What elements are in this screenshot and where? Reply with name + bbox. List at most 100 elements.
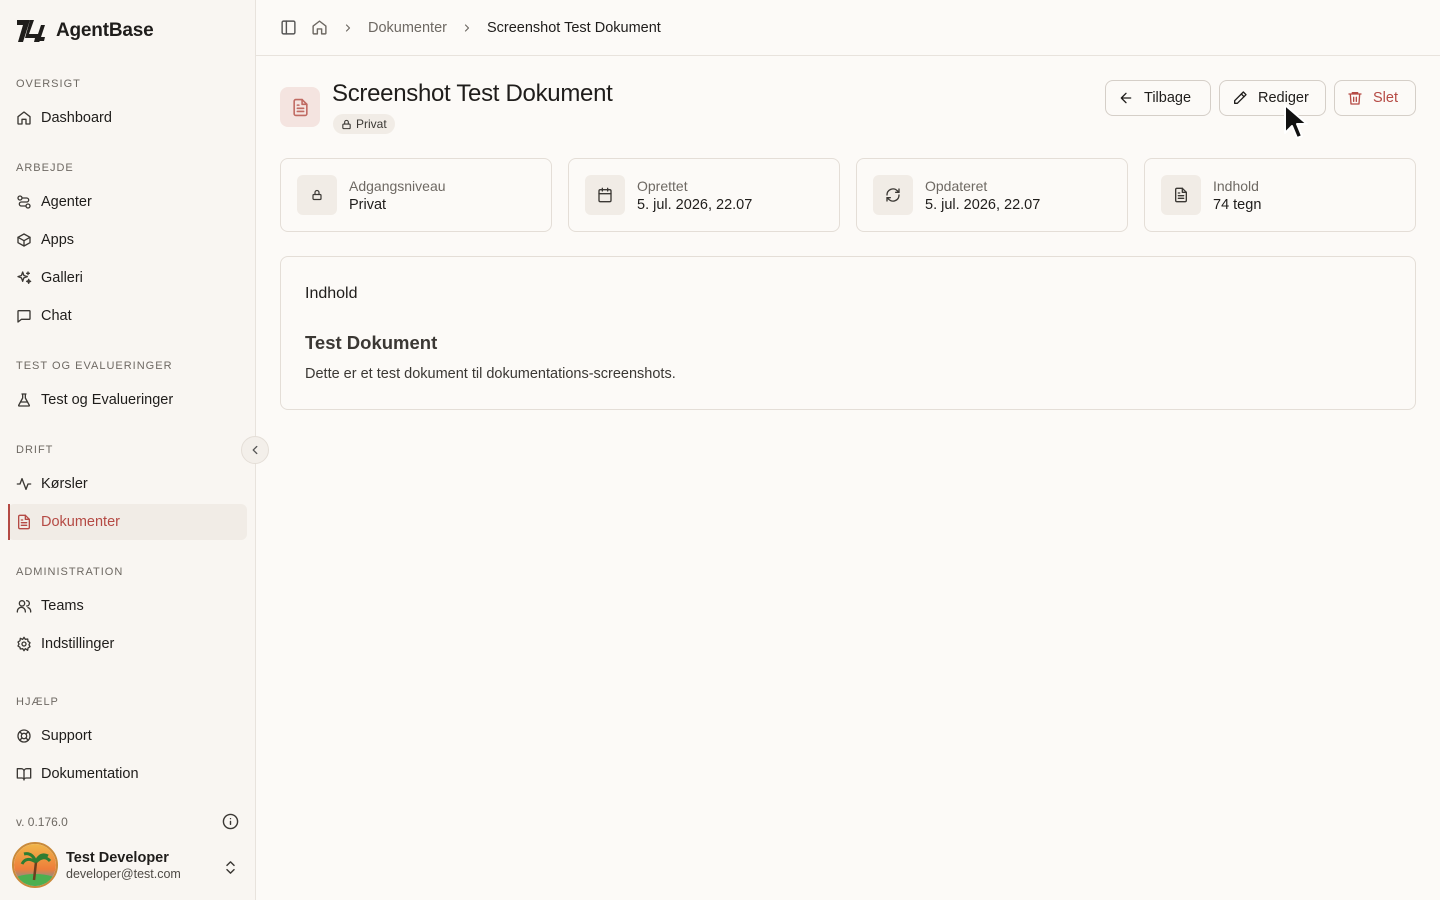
sidebar-item-label: Chat <box>41 308 72 324</box>
sidebar-item-support[interactable]: Support <box>8 718 247 754</box>
nav-section-test: TEST OG EVALUERINGER <box>16 360 173 372</box>
sidebar-item-dashboard[interactable]: Dashboard <box>8 100 247 136</box>
status-badge: Privat <box>333 114 395 134</box>
stat-card-created: Oprettet 5. jul. 2026, 22.07 <box>568 158 840 232</box>
sidebar-item-label: Agenter <box>41 194 92 210</box>
arrow-left-icon <box>1120 92 1132 104</box>
sidebar-item-label: Dokumentation <box>41 766 139 782</box>
document-icon-box <box>280 87 320 127</box>
chevron-left-icon <box>252 445 258 455</box>
file-text-icon <box>292 98 308 116</box>
home-icon[interactable] <box>311 19 328 36</box>
delete-button[interactable]: Slet <box>1334 80 1416 116</box>
sidebar-collapse-button[interactable] <box>241 436 269 464</box>
sidebar-item-chat[interactable]: Chat <box>8 298 247 334</box>
home-icon <box>17 111 31 125</box>
document-body: Dette er et test dokument til dokumentat… <box>305 366 676 382</box>
sidebar-item-agenter[interactable]: Agenter <box>8 184 247 220</box>
sparkles-icon <box>17 271 32 284</box>
stat-label: Indhold <box>1213 177 1259 194</box>
book-icon <box>16 768 32 781</box>
app-name: AgentBase <box>56 20 154 41</box>
chevron-right-icon <box>345 23 351 32</box>
lifebuoy-icon <box>17 729 31 743</box>
panel-left-icon[interactable] <box>280 19 297 36</box>
avatar <box>12 842 58 888</box>
nav-section-arbejde: ARBEJDE <box>16 162 74 174</box>
sidebar-item-label: Indstillinger <box>41 636 115 652</box>
sidebar-item-teams[interactable]: Teams <box>8 588 247 624</box>
settings-icon <box>17 636 31 652</box>
sidebar-item-galleri[interactable]: Galleri <box>8 260 247 296</box>
calendar-icon <box>598 187 612 203</box>
nav-section-hjaelp: HJÆLP <box>16 696 59 708</box>
back-button[interactable]: Tilbage <box>1105 80 1211 116</box>
mouse-cursor-icon <box>1284 104 1308 139</box>
stat-card-content: Indhold 74 tegn <box>1144 158 1416 232</box>
stat-value: Privat <box>349 196 387 213</box>
stat-value: 74 tegn <box>1213 196 1262 213</box>
sidebar-item-label: Dokumenter <box>41 514 120 530</box>
avatar-image-icon <box>14 844 56 886</box>
user-menu[interactable]: Test Developer developer@test.com <box>12 842 181 888</box>
breadcrumb-dokumenter[interactable]: Dokumenter <box>368 20 447 36</box>
nav-section-oversigt: OVERSIGT <box>16 78 81 90</box>
info-icon[interactable] <box>222 813 239 830</box>
stat-value: 5. jul. 2026, 22.07 <box>925 196 1041 213</box>
back-button-label: Tilbage <box>1144 90 1192 106</box>
app-version: v. 0.176.0 <box>16 815 68 829</box>
file-text-icon <box>1175 187 1187 203</box>
card-icon-box <box>585 175 625 215</box>
sidebar-item-dokumentation[interactable]: Dokumentation <box>8 756 247 792</box>
stat-label: Opdateret <box>925 177 988 194</box>
chevrons-up-down-icon[interactable] <box>222 859 239 876</box>
message-icon <box>17 310 31 323</box>
document-heading: Test Dokument <box>305 332 438 353</box>
flask-icon <box>18 393 30 407</box>
users-icon <box>16 600 32 613</box>
breadcrumb-current: Screenshot Test Dokument <box>486 19 661 36</box>
trash-icon <box>1348 92 1362 105</box>
sidebar-item-label: Galleri <box>41 270 83 286</box>
page-title: Screenshot Test Dokument <box>332 80 613 107</box>
lock-icon <box>312 189 322 201</box>
lock-icon <box>342 119 351 129</box>
content-section-title: Indhold <box>305 285 358 302</box>
chevron-right-icon <box>464 23 470 32</box>
sidebar-item-label: Support <box>41 728 92 744</box>
sidebar-item-indstillinger[interactable]: Indstillinger <box>8 626 247 662</box>
sidebar-item-dokumenter[interactable]: Dokumenter <box>8 504 247 540</box>
sidebar-item-korsler[interactable]: Kørsler <box>8 466 247 502</box>
sidebar-item-test-og-evalueringer[interactable]: Test og Evalueringer <box>8 382 247 418</box>
refresh-icon <box>886 188 900 202</box>
stat-card-updated: Opdateret 5. jul. 2026, 22.07 <box>856 158 1128 232</box>
sidebar-item-apps[interactable]: Apps <box>8 222 247 258</box>
delete-button-label: Slet <box>1373 90 1398 106</box>
sidebar-item-label: Kørsler <box>41 476 88 492</box>
user-name: Test Developer <box>66 849 169 866</box>
app-logo[interactable]: AgentBase <box>16 18 154 44</box>
stat-value: 5. jul. 2026, 22.07 <box>637 196 753 213</box>
file-text-icon <box>18 514 30 530</box>
pencil-icon <box>1234 91 1247 104</box>
activity-icon <box>16 478 32 490</box>
sidebar-item-label: Teams <box>41 598 84 614</box>
card-icon-box <box>1161 175 1201 215</box>
sidebar-item-label: Dashboard <box>41 110 112 126</box>
sidebar-item-label: Test og Evalueringer <box>41 392 174 408</box>
stat-card-access: Adgangsniveau Privat <box>280 158 552 232</box>
nav-section-administration: ADMINISTRATION <box>16 566 124 578</box>
agentbase-logo-icon <box>17 20 45 42</box>
card-icon-box <box>297 175 337 215</box>
sidebar-item-label: Apps <box>41 232 75 248</box>
stat-label: Oprettet <box>637 177 688 194</box>
box-icon <box>17 233 31 247</box>
card-icon-box <box>873 175 913 215</box>
content-card: Indhold Test Dokument Dette er et test d… <box>280 256 1416 410</box>
route-icon <box>17 195 31 209</box>
nav-section-drift: DRIFT <box>16 444 54 456</box>
sidebar: AgentBase OVERSIGT Dashboard ARBEJDE Age… <box>0 0 256 900</box>
user-email: developer@test.com <box>66 866 181 881</box>
breadcrumb: Dokumenter Screenshot Test Dokument <box>256 0 1440 56</box>
stat-label: Adgangsniveau <box>349 177 446 194</box>
